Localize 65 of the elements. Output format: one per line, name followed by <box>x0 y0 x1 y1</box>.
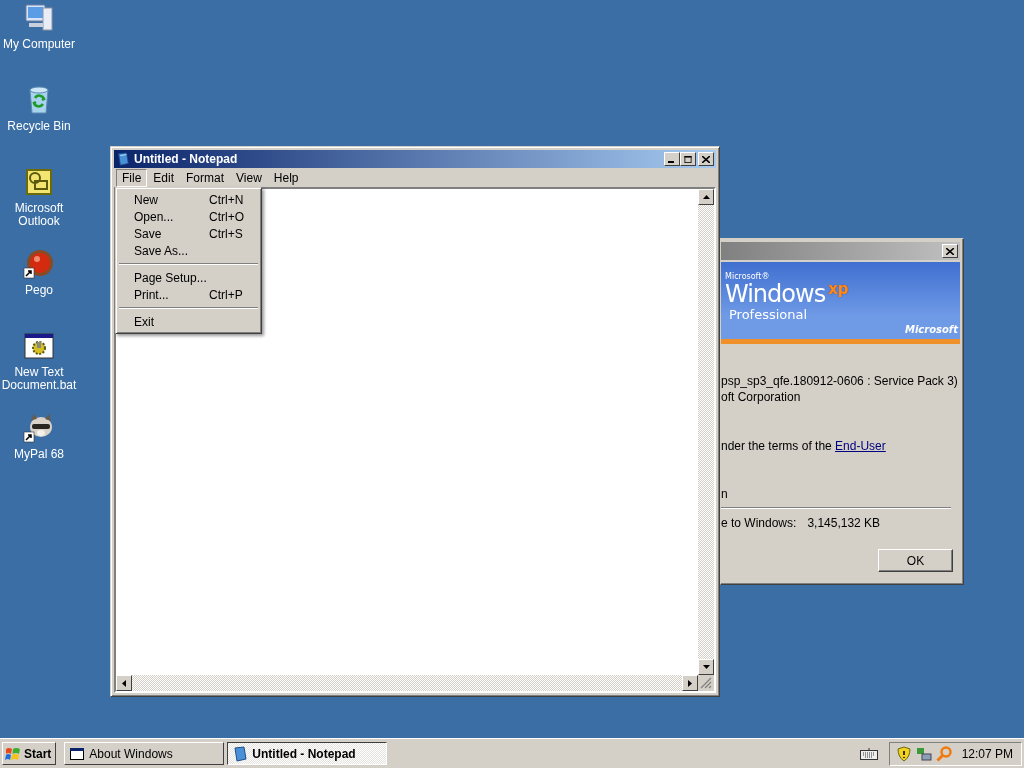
notepad-icon <box>232 745 249 762</box>
menu-option[interactable]: New Ctrl+N <box>118 191 259 208</box>
scroll-down-button[interactable] <box>698 659 714 675</box>
product-name: Windows <box>725 281 826 307</box>
vertical-scrollbar[interactable] <box>698 189 714 675</box>
minimize-button[interactable] <box>664 152 680 166</box>
maximize-icon <box>684 155 692 163</box>
clock: 12:07 PM <box>961 746 1013 761</box>
right-arrow-icon <box>688 679 692 687</box>
start-button[interactable]: Start <box>2 742 57 765</box>
menu-option[interactable]: Exit <box>118 313 259 330</box>
scroll-up-button[interactable] <box>698 189 714 205</box>
licensee-text: n <box>721 486 729 502</box>
brand-text: Microsoft® <box>725 272 771 281</box>
computer-icon[interactable] <box>23 2 55 34</box>
clock-envelope-icon[interactable] <box>23 166 55 198</box>
horizontal-scrollbar[interactable] <box>116 675 698 691</box>
ball-icon[interactable] <box>23 248 55 280</box>
menu-option[interactable]: Open... Ctrl+O <box>118 208 259 225</box>
window-icon <box>69 745 86 762</box>
version-text: oft Corporation <box>721 389 802 405</box>
license-text: nder the terms of the End-User <box>721 438 887 454</box>
icon-label[interactable]: Microsoft Outlook <box>0 202 78 228</box>
taskbar-button[interactable]: Untitled - Notepad <box>227 742 388 765</box>
icon-label[interactable]: New Text Document.bat <box>0 366 78 392</box>
close-icon <box>702 155 710 163</box>
animal-icon[interactable] <box>23 412 55 444</box>
menu-item[interactable]: File <box>116 168 148 187</box>
resize-grip-icon[interactable] <box>700 677 712 689</box>
icon-label[interactable]: Pego <box>0 284 78 297</box>
menu-item[interactable]: View <box>230 168 268 187</box>
icon-label[interactable]: MyPal 68 <box>0 448 78 461</box>
scroll-left-button[interactable] <box>116 675 132 691</box>
up-arrow-icon <box>702 195 710 199</box>
menu-option[interactable]: Page Setup... <box>118 269 259 286</box>
license-link[interactable]: End-User <box>835 439 886 453</box>
close-icon <box>946 247 954 255</box>
menu-item[interactable]: Help <box>267 168 305 187</box>
menu-option[interactable]: Save As... <box>118 242 259 259</box>
menu-item[interactable]: Edit <box>147 168 181 187</box>
close-button[interactable] <box>942 244 958 258</box>
menu-option[interactable]: Save Ctrl+S <box>118 225 259 242</box>
close-button[interactable] <box>698 152 714 166</box>
flag-logo-icon <box>5 745 21 762</box>
version-text: psp_sp3_qfe.180912-0606 : Service Pack 3) <box>721 373 959 389</box>
menu-item[interactable]: Format <box>180 168 231 187</box>
edition-text: Professional <box>729 307 809 323</box>
down-arrow-icon <box>702 665 710 669</box>
shield-icon[interactable] <box>895 745 912 762</box>
product-mark: xp <box>828 281 849 297</box>
menu-option[interactable]: Print... Ctrl+P <box>118 286 259 303</box>
window-title: Untitled - Notepad <box>134 152 239 166</box>
maker-text: Microsoft <box>904 324 958 335</box>
scroll-right-button[interactable] <box>682 675 698 691</box>
keyboard-icon[interactable] <box>859 747 878 760</box>
icon-label[interactable]: My Computer <box>0 38 78 51</box>
ok-button[interactable]: OK <box>878 549 953 572</box>
taskbar-button[interactable]: About Windows <box>64 742 225 765</box>
memory-value: 3,145,132 KB <box>807 515 881 531</box>
icon-label[interactable]: Recycle Bin <box>0 120 78 133</box>
gear-window-icon[interactable] <box>23 330 55 362</box>
maximize-button[interactable] <box>680 152 696 166</box>
left-arrow-icon <box>122 679 126 687</box>
notepad-icon <box>116 152 130 166</box>
memory-label: e to Windows: <box>721 515 797 531</box>
